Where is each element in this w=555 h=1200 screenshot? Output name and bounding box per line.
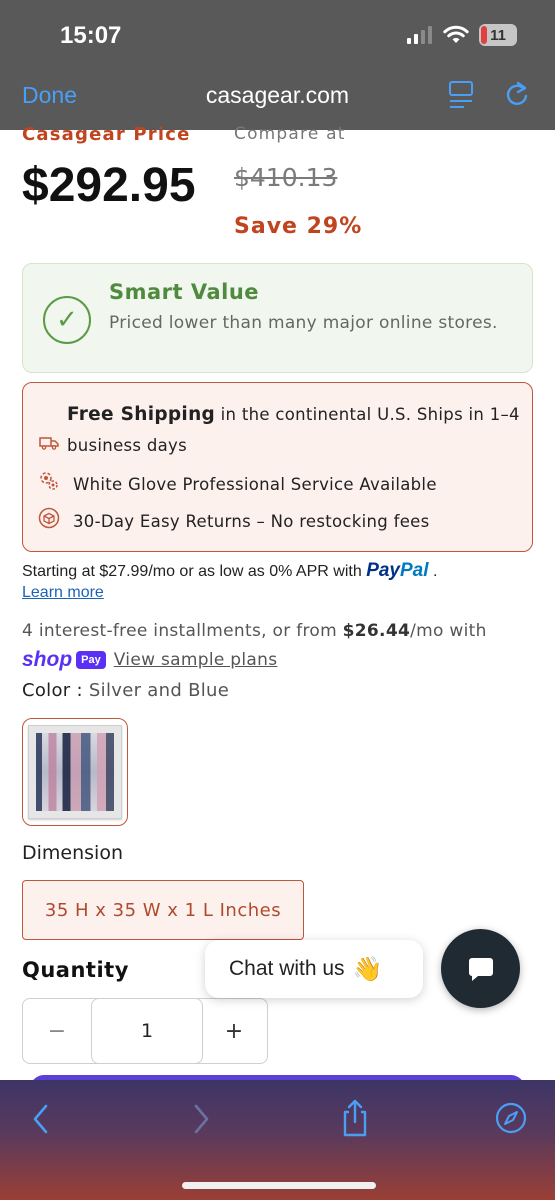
chat-bubble-icon [468,957,493,981]
shop-pay-logo: shop [22,648,73,671]
smart-value-description: Priced lower than many major online stor… [109,313,498,333]
done-button[interactable]: Done [22,82,77,109]
share-icon[interactable] [340,1098,370,1138]
chat-label: Chat with us [229,957,345,980]
shop-pay-row: shop Pay View sample plans [22,648,277,672]
installments-amount: $26.44 [342,621,411,641]
compass-icon[interactable] [495,1102,527,1134]
returns-box-icon [37,506,61,530]
status-icons: 11 [407,24,517,46]
chat-with-us-button[interactable]: Chat with us 👋 [205,940,423,998]
savings-badge: Save 29% [234,214,363,239]
paypal-financing-line: Starting at $27.99/mo or as low as 0% AP… [22,560,437,582]
smart-value-title: Smart Value [109,280,260,304]
forward-icon[interactable] [190,1102,212,1136]
white-glove-text: White Glove Professional Service Availab… [73,475,437,494]
shop-pay-badge: Pay [76,651,106,669]
paypal-logo: PayPal [366,560,429,581]
color-selection-label: Color : Silver and Blue [22,680,229,701]
paypal-financing-text: Starting at $27.99/mo or as low as 0% AP… [22,563,362,580]
back-icon[interactable] [30,1102,52,1136]
browser-top-bar: 15:07 11 Done casagear.com [0,0,555,130]
compare-label: Compare at [234,124,346,144]
view-sample-plans-link[interactable]: View sample plans [114,650,278,670]
battery-level: 11 [490,26,506,44]
compare-price: $410.13 [234,163,338,192]
color-value: Silver and Blue [88,680,230,701]
quantity-increase-button[interactable]: + [201,999,267,1063]
wifi-icon [443,25,469,43]
installments-line: 4 interest-free installments, or from $2… [22,621,487,641]
quantity-decrease-button[interactable]: − [23,999,91,1063]
dimension-option[interactable]: 35 H x 35 W x 1 L Inches [22,880,304,940]
url-label[interactable]: casagear.com [206,82,349,108]
battery-icon: 11 [479,24,517,46]
returns-text: 30-Day Easy Returns – No restocking fees [73,512,430,531]
dimension-label: Dimension [22,842,123,864]
free-shipping-row: Free Shipping in the continental U.S. Sh… [37,399,529,461]
learn-more-link[interactable]: Learn more [22,584,104,602]
smart-value-box: ✓ Smart Value Priced lower than many maj… [22,263,533,373]
quantity-label: Quantity [22,958,129,982]
installments-suffix: /mo with [410,621,487,641]
shipping-box: Free Shipping in the continental U.S. Sh… [22,382,533,552]
price-label: Casagear Price [22,124,191,145]
signal-icon [407,26,432,44]
installments-prefix: 4 interest-free installments, or from [22,621,343,641]
color-swatch-silver-blue[interactable] [22,718,128,826]
quantity-input[interactable]: 1 [91,998,203,1064]
reader-view-icon[interactable] [448,80,474,110]
chat-launcher-button[interactable] [441,929,520,1008]
paypal-period: . [432,563,438,580]
quantity-stepper: − 1 + [22,998,268,1064]
current-price: $292.95 [22,159,196,212]
truck-icon [37,431,61,455]
waving-hand-icon: 👋 [352,955,383,983]
gears-icon [37,469,61,493]
white-glove-row: White Glove Professional Service Availab… [37,469,437,500]
framed-art-thumbnail [28,725,122,819]
free-shipping-title: Free Shipping [67,404,216,425]
status-time: 15:07 [60,22,122,49]
home-indicator [182,1182,376,1189]
returns-row: 30-Day Easy Returns – No restocking fees [37,506,430,537]
check-circle-icon: ✓ [43,296,91,344]
reload-icon[interactable] [504,80,530,108]
color-label: Color : [22,680,83,701]
